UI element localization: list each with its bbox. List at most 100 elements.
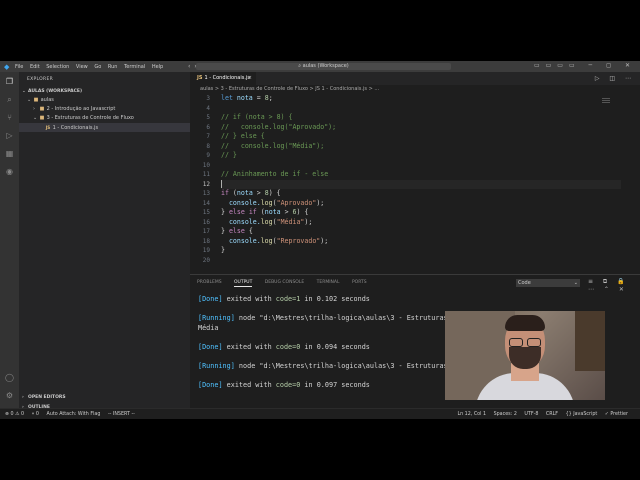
menu-run[interactable]: Run [108,64,118,70]
code-line: // } else { [221,132,265,140]
tree-item-label: 2 - Introdução ao Javascript [46,106,116,112]
line-number: 20 [202,256,210,264]
menu-help[interactable]: Help [152,64,163,70]
js-file-icon: JS [45,125,51,130]
code-line: // } [221,151,237,159]
source-control-icon[interactable]: ⑂ [4,112,15,123]
output-channel-value: Code [518,280,531,286]
status-encoding[interactable]: UTF-8 [524,412,538,417]
tab-ports[interactable]: PORTS [352,280,367,285]
line-number: 16 [202,218,210,226]
command-center-label: aulas (Workspace) [302,63,349,69]
menu-file[interactable]: File [15,64,23,70]
status-cursor-position[interactable]: Ln 12, Col 1 [457,412,486,417]
tree-item-label: 1 - Condicionais.js [52,125,99,131]
section-open-editors[interactable]: › OPEN EDITORS [19,393,190,403]
line-number: 11 [202,171,210,178]
code-lines: let nota = 8; // if (nota > 8) { // cons… [221,94,621,265]
explorer-header: EXPLORER [27,77,54,82]
run-debug-icon[interactable]: ▷ [4,130,15,141]
workspace-label: AULAS (WORKSPACE) [28,89,82,94]
tree-item-aulas[interactable]: ⌄ ■ aulas [19,96,190,105]
code-editor[interactable]: 3 4 5 6 7 8 9 10 11 12 13 14 15 16 17 18… [190,94,640,266]
menu-bar: File Edit Selection View Go Run Terminal… [15,64,168,70]
line-number: 4 [206,104,210,112]
tab-condicionais[interactable]: JS 1 - Condicionais.js × [190,72,256,85]
code-line: // if (nota > 8) { [221,113,293,121]
code-line: // console.log("Média"); [221,141,325,150]
title-bar: ◆ File Edit Selection View Go Run Termin… [0,61,640,72]
code-line: // console.log("Aprovado"); [221,122,337,131]
tree-item-label: 3 - Estruturas de Controle de Fluxo [46,115,134,121]
status-eol[interactable]: CRLF [546,412,558,417]
line-number-current: 12 [202,180,210,188]
line-number: 10 [202,161,210,169]
status-indentation[interactable]: Spaces: 2 [494,412,517,417]
webcam-person-glasses [509,338,541,347]
remote-icon[interactable]: ◉ [4,166,15,177]
status-language[interactable]: {} JavaScript [566,412,598,417]
status-ports[interactable]: ⑂ 0 [32,412,39,417]
text-cursor [221,179,222,188]
menu-view[interactable]: View [76,64,88,70]
line-number: 3 [206,95,210,102]
explorer-icon[interactable]: ❐ [4,76,15,87]
code-line: } [221,246,225,254]
output-line: [Done] exited with code=1 in 0.102 secon… [198,295,370,303]
explorer-sidebar: EXPLORER ⌄ AULAS (WORKSPACE) ⌄ ■ aulas › ■ … [19,72,190,419]
line-number: 8 [206,142,210,150]
panel-actions[interactable]: ≡ ⧉ 🔒 ⋯ ⌃ ✕ [588,278,640,293]
tab-output[interactable]: OUTPUT [234,280,253,287]
line-number: 13 [202,190,210,197]
webcam-person-hair [505,315,545,331]
tab-problems[interactable]: PROBLEMS [197,280,222,285]
vscode-logo-icon: ◆ [4,62,10,71]
close-icon[interactable]: × [248,72,252,85]
folder-icon: ■ [33,97,39,103]
command-center[interactable]: ⌕ aulas (Workspace) [196,63,451,70]
status-errors[interactable]: ⊗ 0 ⚠ 0 [5,412,24,417]
output-channel-select[interactable]: Code ⌄ [516,279,580,287]
tab-terminal[interactable]: TERMINAL [317,280,340,285]
folder-icon: ■ [39,115,45,121]
line-number: 6 [206,123,210,131]
line-number: 5 [206,114,210,121]
status-vim-mode: -- INSERT -- [107,412,135,417]
minimap[interactable] [602,98,610,108]
search-icon[interactable]: ⌕ [4,94,15,105]
menu-edit[interactable]: Edit [30,64,40,70]
line-gutter: 3 4 5 6 7 8 9 10 11 12 13 14 15 16 17 18… [190,94,212,265]
code-line: console.log("Média"); [221,217,313,226]
code-line: let nota = 8; [221,94,273,102]
workspace-root[interactable]: ⌄ AULAS (WORKSPACE) [19,87,190,96]
gear-icon[interactable]: ⚙ [4,390,15,401]
breadcrumb[interactable]: aulas > 3 - Estruturas de Controle de Fl… [200,86,379,92]
menu-selection[interactable]: Selection [46,64,69,70]
tree-item-condicionais[interactable]: JS 1 - Condicionais.js [19,123,190,132]
activity-bar: ❐ ⌕ ⑂ ▷ ▦ ◉ ◯ ⚙ [0,72,19,408]
line-number: 14 [202,199,210,207]
code-line-current [221,179,621,189]
tree-item-introducao[interactable]: › ■ 2 - Introdução ao Javascript [19,105,190,114]
code-line: } else if (nota > 6) { [221,208,309,216]
menu-go[interactable]: Go [94,64,101,70]
tree-item-estruturas[interactable]: ⌄ ■ 3 - Estruturas de Controle de Fluxo [19,114,190,123]
menu-terminal[interactable]: Terminal [124,64,145,70]
line-number: 15 [202,209,210,216]
tab-debug-console[interactable]: DEBUG CONSOLE [265,280,304,285]
account-icon[interactable]: ◯ [4,372,15,383]
tree-item-label: aulas [40,97,54,103]
status-auto-attach[interactable]: Auto Attach: With Flag [47,412,101,417]
extensions-icon[interactable]: ▦ [4,148,15,159]
status-prettier[interactable]: ✓ Prettier [605,412,628,417]
editor-actions[interactable]: ▷ ◫ ⋯ [595,72,635,85]
line-number: 17 [202,228,210,235]
editor-tabs: JS 1 - Condicionais.js × ▷ ◫ ⋯ [190,72,640,85]
status-bar: ⊗ 0 ⚠ 0 ⑂ 0 Auto Attach: With Flag -- IN… [0,408,640,419]
panel-tabs: PROBLEMS OUTPUT DEBUG CONSOLE TERMINAL P… [197,280,378,287]
folder-icon: ■ [39,106,45,112]
window-controls[interactable]: ▭▭▭▭ ─ ◻ ✕ [534,62,636,69]
